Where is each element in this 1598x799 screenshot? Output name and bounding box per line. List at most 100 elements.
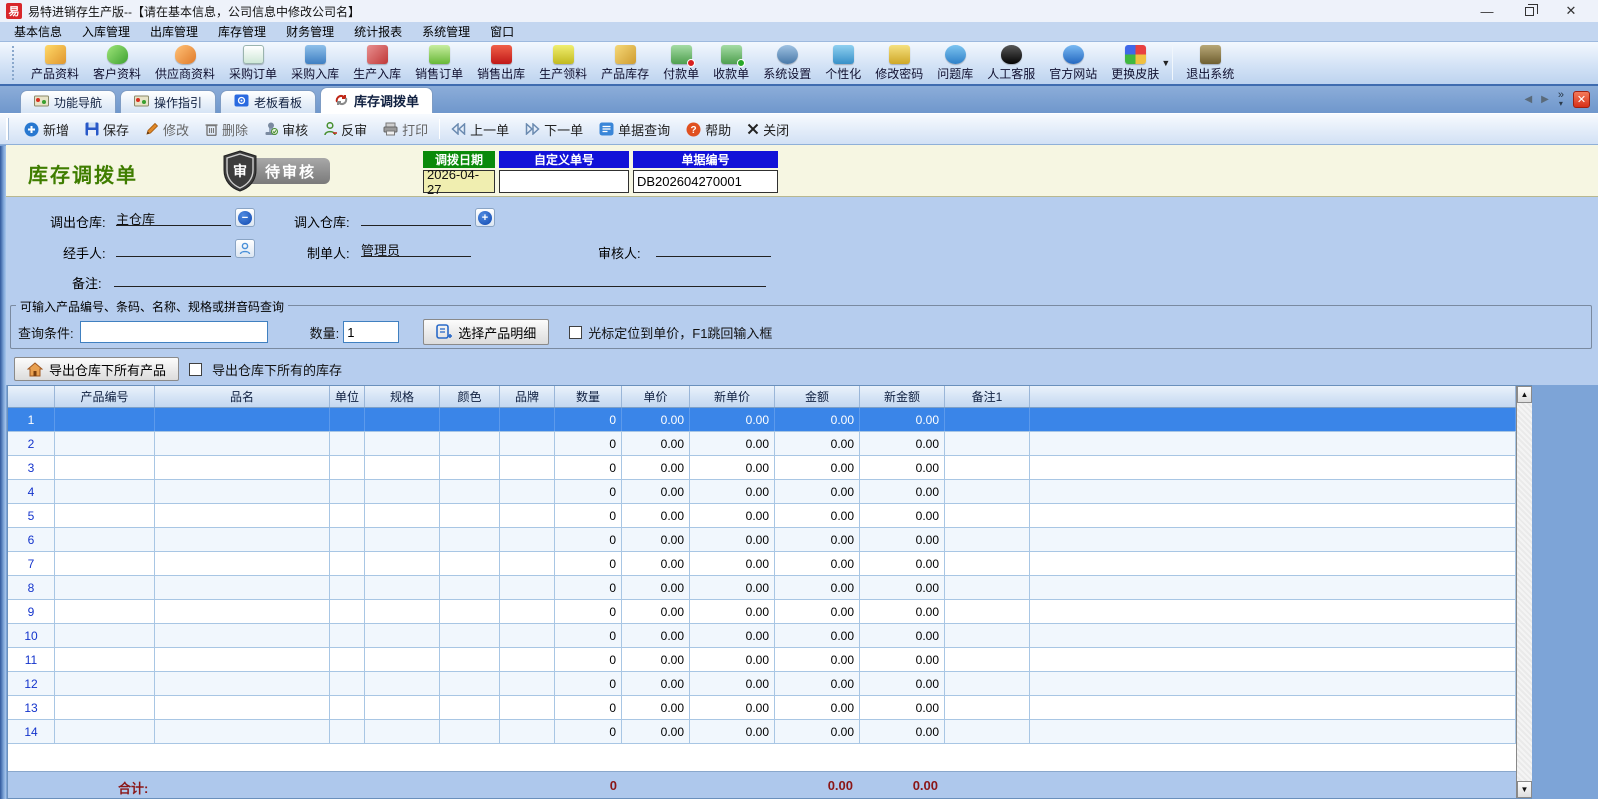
select-product-detail-button[interactable]: 选择产品明细 — [423, 319, 550, 345]
cell-filler[interactable] — [1030, 408, 1516, 431]
save-button[interactable]: 保存 — [77, 117, 137, 142]
cell-3[interactable] — [330, 432, 365, 455]
cell-filler[interactable] — [1030, 600, 1516, 623]
custom-doc-no-input[interactable] — [503, 174, 625, 189]
cell-filler[interactable] — [1030, 672, 1516, 695]
cell-1[interactable] — [55, 480, 155, 503]
cell-10[interactable]: 0.00 — [775, 576, 860, 599]
table-row[interactable]: 14 0 0.00 0.00 0.00 0.00 — [8, 720, 1516, 744]
cell-filler[interactable] — [1030, 696, 1516, 719]
cell-7[interactable]: 0 — [555, 408, 622, 431]
unaudit-button[interactable]: 反审 — [316, 117, 375, 142]
toolbar-payment-voucher[interactable]: 付款单 — [656, 44, 706, 83]
cell-10[interactable]: 0.00 — [775, 696, 860, 719]
cell-5[interactable] — [440, 552, 500, 575]
cell-12[interactable] — [945, 576, 1030, 599]
modify-button[interactable]: 修改 — [137, 117, 197, 142]
dropdown-caret-icon[interactable]: ▼ — [1161, 58, 1170, 68]
cell-5[interactable] — [440, 504, 500, 527]
menu-reports[interactable]: 统计报表 — [344, 21, 412, 42]
cell-11[interactable]: 0.00 — [860, 456, 945, 479]
cell-5[interactable] — [440, 624, 500, 647]
cell-2[interactable] — [155, 480, 330, 503]
toolbar-purchase-order[interactable]: 采购订单 — [222, 44, 284, 83]
actionbar-grip[interactable] — [6, 118, 9, 140]
cell-12[interactable] — [945, 408, 1030, 431]
toolbar-system-settings[interactable]: 系统设置 — [756, 44, 818, 83]
cell-2[interactable] — [155, 648, 330, 671]
cell-12[interactable] — [945, 720, 1030, 743]
cell-1[interactable] — [55, 552, 155, 575]
cell-2[interactable] — [155, 624, 330, 647]
tab-boss-dashboard[interactable]: 老板看板 — [220, 90, 317, 113]
cell-9[interactable]: 0.00 — [690, 504, 775, 527]
cell-2[interactable] — [155, 528, 330, 551]
menu-outbound[interactable]: 出库管理 — [140, 21, 208, 42]
cell-2[interactable] — [155, 456, 330, 479]
toolbar-official-website[interactable]: 官方网站 — [1042, 44, 1104, 83]
cell-4[interactable] — [365, 504, 440, 527]
cell-10[interactable]: 0.00 — [775, 672, 860, 695]
toolbar-product-data[interactable]: 产品资料 — [24, 44, 86, 83]
tab-stock-transfer[interactable]: 库存调拨单 — [320, 87, 434, 113]
toolbar-purchase-in[interactable]: 采购入库 — [284, 44, 346, 83]
cell-2[interactable] — [155, 696, 330, 719]
cell-7[interactable]: 0 — [555, 648, 622, 671]
cell-4[interactable] — [365, 456, 440, 479]
cell-9[interactable]: 0.00 — [690, 432, 775, 455]
table-row[interactable]: 10 0 0.00 0.00 0.00 0.00 — [8, 624, 1516, 648]
cell-7[interactable]: 0 — [555, 552, 622, 575]
column-header-1[interactable]: 产品编号 — [55, 386, 155, 407]
cell-12[interactable] — [945, 648, 1030, 671]
cell-3[interactable] — [330, 480, 365, 503]
cell-3[interactable] — [330, 600, 365, 623]
cell-11[interactable]: 0.00 — [860, 528, 945, 551]
cell-1[interactable] — [55, 720, 155, 743]
cell-6[interactable] — [500, 528, 555, 551]
cell-5[interactable] — [440, 528, 500, 551]
cell-4[interactable] — [365, 720, 440, 743]
cell-7[interactable]: 0 — [555, 624, 622, 647]
menu-system[interactable]: 系统管理 — [412, 21, 480, 42]
cell-9[interactable]: 0.00 — [690, 408, 775, 431]
restore-button[interactable] — [1508, 1, 1550, 21]
cell-9[interactable]: 0.00 — [690, 528, 775, 551]
column-header-6[interactable]: 品牌 — [500, 386, 555, 407]
cell-6[interactable] — [500, 432, 555, 455]
cell-2[interactable] — [155, 720, 330, 743]
cell-3[interactable] — [330, 528, 365, 551]
toolbar-change-password[interactable]: 修改密码 — [868, 44, 930, 83]
cell-7[interactable]: 0 — [555, 600, 622, 623]
cell-filler[interactable] — [1030, 456, 1516, 479]
cell-9[interactable]: 0.00 — [690, 672, 775, 695]
cell-4[interactable] — [365, 648, 440, 671]
cell-10[interactable]: 0.00 — [775, 432, 860, 455]
cell-9[interactable]: 0.00 — [690, 624, 775, 647]
cell-filler[interactable] — [1030, 624, 1516, 647]
cell-1[interactable] — [55, 504, 155, 527]
cell-2[interactable] — [155, 432, 330, 455]
cell-9[interactable]: 0.00 — [690, 480, 775, 503]
handler-field[interactable] — [116, 240, 231, 257]
cell-8[interactable]: 0.00 — [622, 600, 690, 623]
cell-6[interactable] — [500, 504, 555, 527]
cell-3[interactable] — [330, 576, 365, 599]
cell-8[interactable]: 0.00 — [622, 504, 690, 527]
cell-1[interactable] — [55, 672, 155, 695]
cell-6[interactable] — [500, 672, 555, 695]
cell-11[interactable]: 0.00 — [860, 480, 945, 503]
cell-8[interactable]: 0.00 — [622, 720, 690, 743]
tab-function-nav[interactable]: 功能导航 — [20, 90, 117, 113]
cell-4[interactable] — [365, 672, 440, 695]
delete-button[interactable]: 删除 — [197, 117, 256, 142]
cell-12[interactable] — [945, 480, 1030, 503]
table-row[interactable]: 8 0 0.00 0.00 0.00 0.00 — [8, 576, 1516, 600]
column-header-9[interactable]: 新单价 — [690, 386, 775, 407]
cell-5[interactable] — [440, 600, 500, 623]
cell-3[interactable] — [330, 648, 365, 671]
scroll-down-button[interactable]: ▼ — [1517, 781, 1532, 798]
cell-5[interactable] — [440, 696, 500, 719]
table-row[interactable]: 9 0 0.00 0.00 0.00 0.00 — [8, 600, 1516, 624]
cell-1[interactable] — [55, 576, 155, 599]
cell-1[interactable] — [55, 432, 155, 455]
